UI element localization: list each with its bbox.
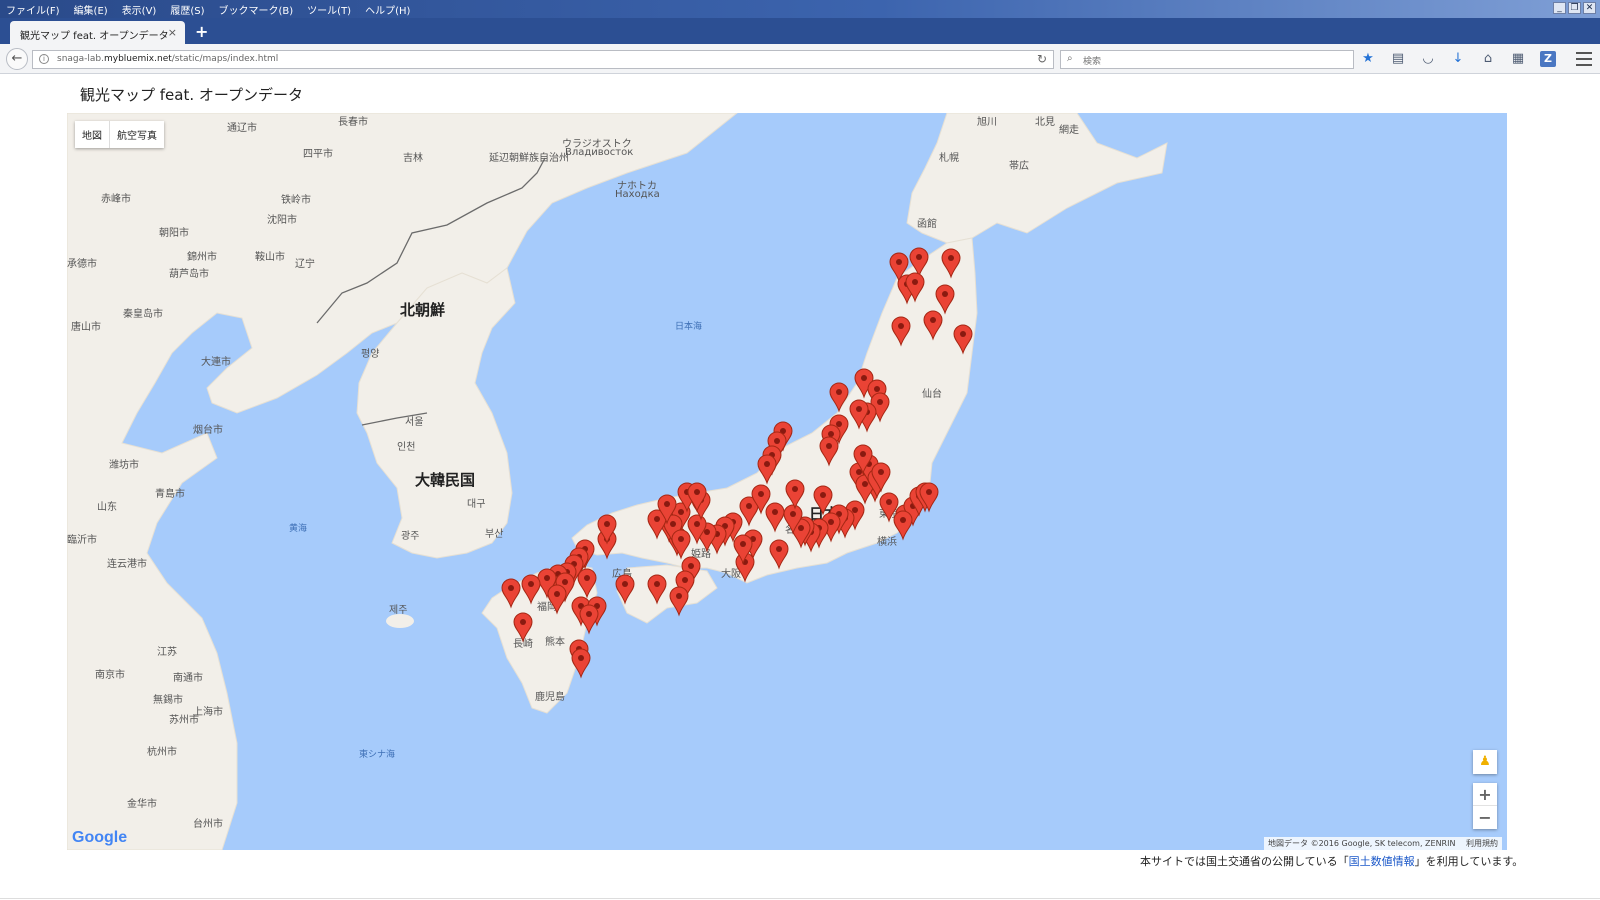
menu-tools[interactable]: ツール(T) — [307, 2, 351, 17]
map-marker[interactable] — [935, 284, 955, 315]
page-title: 観光マップ feat. オープンデータ — [80, 86, 303, 104]
footer-text-before: 本サイトでは国土交通省の公開している「 — [1140, 855, 1349, 868]
download-icon[interactable]: ↓ — [1450, 51, 1466, 67]
qr-code-icon[interactable]: ▦ — [1510, 51, 1526, 67]
menu-file[interactable]: ファイル(F) — [6, 2, 60, 17]
map-marker[interactable] — [765, 502, 785, 533]
tab-bar: 観光マップ feat. オープンデータ × + — [0, 18, 1600, 44]
reading-list-icon[interactable]: ▤ — [1390, 51, 1406, 67]
map-marker[interactable] — [521, 574, 541, 605]
url-prefix: snaga-lab. — [57, 54, 104, 64]
zotero-icon[interactable]: Z — [1540, 51, 1556, 67]
map-attribution: 地図データ ©2016 Google, SK telecom, ZENRIN 利… — [1264, 837, 1502, 850]
map-marker[interactable] — [513, 612, 533, 643]
tab-title: 観光マップ feat. オープンデータ — [20, 31, 169, 42]
tab-active[interactable]: 観光マップ feat. オープンデータ × — [10, 21, 185, 44]
footer-note: 本サイトでは国土交通省の公開している「国土数値情報」を利用しています。 — [1140, 853, 1523, 869]
google-logo: Google — [72, 829, 128, 846]
search-input[interactable]: ⌕ 検索 — [1060, 50, 1354, 69]
map-marker[interactable] — [909, 247, 929, 278]
home-icon[interactable]: ⌂ — [1480, 51, 1496, 67]
map-marker[interactable] — [829, 382, 849, 413]
pocket-icon[interactable]: ◡ — [1420, 51, 1436, 67]
divider — [0, 898, 1600, 899]
menu-edit[interactable]: 編集(E) — [74, 2, 108, 17]
attribution-text: 地図データ ©2016 Google, SK telecom, ZENRIN — [1268, 839, 1456, 848]
reload-icon[interactable]: ↻ — [1037, 52, 1047, 66]
minimize-icon[interactable]: _ — [1553, 2, 1566, 14]
zoom-out-button[interactable]: − — [1473, 806, 1497, 829]
map-marker[interactable] — [671, 529, 691, 560]
zoom-control: + − — [1473, 783, 1497, 829]
url-bar[interactable]: i snaga-lab.mybluemix.net/static/maps/in… — [32, 50, 1054, 69]
nav-bar: ← i snaga-lab.mybluemix.net/static/maps/… — [0, 44, 1600, 74]
kokudo-link[interactable]: 国土数値情報 — [1349, 855, 1415, 868]
pegman-icon[interactable]: ♟ — [1473, 750, 1497, 774]
terms-link[interactable]: 利用規約 — [1466, 839, 1498, 848]
map-marker[interactable] — [669, 586, 689, 617]
bookmark-star-icon[interactable]: ★ — [1360, 51, 1376, 67]
map-marker[interactable] — [579, 604, 599, 635]
map-marker[interactable] — [547, 584, 567, 615]
menu-view[interactable]: 表示(V) — [122, 2, 157, 17]
menu-history[interactable]: 履歴(S) — [170, 2, 204, 17]
map-marker[interactable] — [819, 436, 839, 467]
map-marker[interactable] — [891, 316, 911, 347]
map-marker[interactable] — [941, 248, 961, 279]
map-canvas[interactable]: 地図 航空写真 北朝鮮 大韓民国 日本 日本海 黄海 東シナ海 長春市 吉林 通… — [67, 113, 1507, 850]
menu-help[interactable]: ヘルプ(H) — [365, 2, 410, 17]
map-marker[interactable] — [571, 648, 591, 679]
back-button[interactable]: ← — [6, 48, 28, 70]
map-marker[interactable] — [785, 479, 805, 510]
search-placeholder: 検索 — [1083, 57, 1102, 67]
menu-bookmarks[interactable]: ブックマーク(B) — [219, 2, 294, 17]
window-controls: _ ❐ ✕ — [1553, 2, 1596, 14]
map-marker[interactable] — [769, 539, 789, 570]
toolbar-icons: ★ ▤ ◡ ↓ ⌂ ▦ Z — [1360, 51, 1556, 67]
url-host: mybluemix.net — [103, 54, 172, 64]
menu-icon[interactable] — [1576, 52, 1592, 66]
url-path: /static/maps/index.html — [171, 54, 279, 64]
tab-close-icon[interactable]: × — [168, 26, 177, 39]
menu-bar: ファイル(F) 編集(E) 表示(V) 履歴(S) ブックマーク(B) ツール(… — [0, 0, 1600, 18]
tourist-markers — [501, 247, 973, 679]
map-marker[interactable] — [893, 510, 913, 541]
search-icon: ⌕ — [1067, 53, 1073, 64]
zoom-in-button[interactable]: + — [1473, 783, 1497, 806]
footer-text-after: 」を利用しています。 — [1414, 855, 1524, 868]
map-marker[interactable] — [953, 324, 973, 355]
map-marker[interactable] — [647, 574, 667, 605]
map-marker[interactable] — [813, 485, 833, 516]
map-marker[interactable] — [923, 310, 943, 341]
map-marker[interactable] — [757, 454, 777, 485]
map-marker[interactable] — [577, 568, 597, 599]
new-tab-button[interactable]: + — [195, 22, 208, 41]
info-icon[interactable]: i — [39, 54, 49, 64]
map-marker[interactable] — [501, 578, 521, 609]
map-marker[interactable] — [615, 574, 635, 605]
restore-icon[interactable]: ❐ — [1568, 2, 1581, 14]
close-window-icon[interactable]: ✕ — [1583, 2, 1596, 14]
